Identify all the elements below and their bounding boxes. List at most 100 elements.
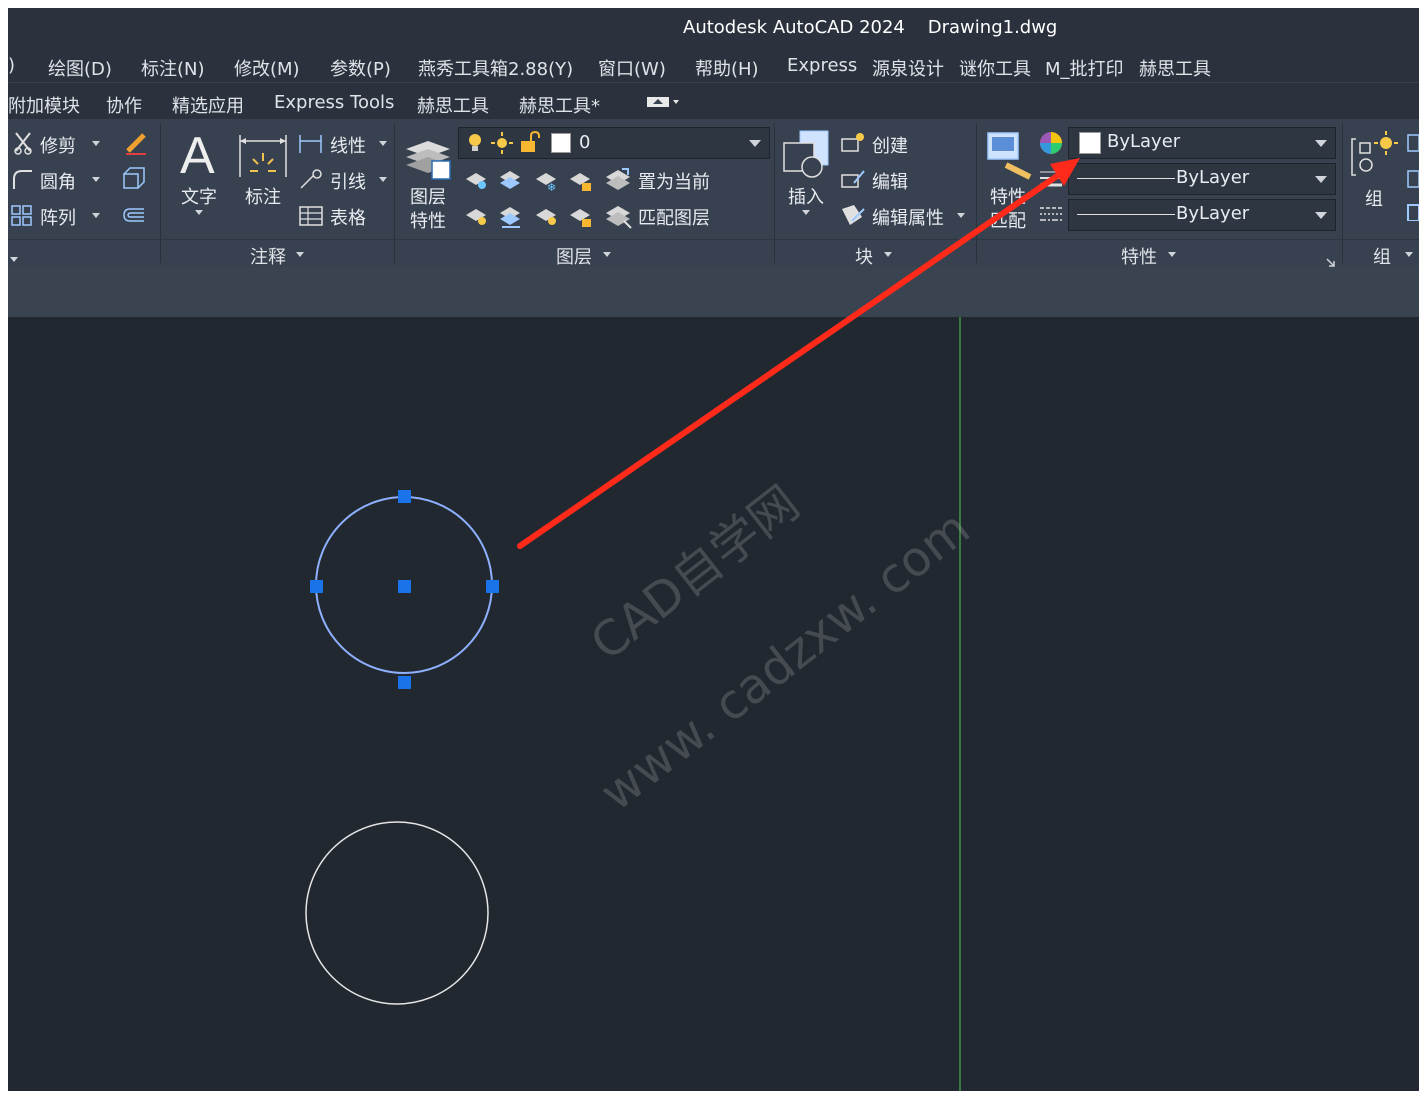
grip-bottom [398, 676, 411, 689]
layer-freeze-icon[interactable]: ❄ [534, 167, 560, 197]
edit-block-button[interactable]: 编辑 [872, 168, 908, 194]
menu-draw[interactable]: 绘图(D) [48, 55, 112, 81]
svg-text:❄: ❄ [547, 181, 556, 193]
edit-attribute-dropdown-icon[interactable] [957, 213, 965, 218]
lineweight-dropdown[interactable]: ByLayer [1068, 163, 1336, 195]
menu-mini-tools[interactable]: 谜你工具 [959, 55, 1031, 81]
layer-thaw-icon[interactable] [534, 203, 560, 233]
color-dropdown[interactable]: ByLayer [1068, 127, 1336, 159]
tab-express-tools[interactable]: Express Tools [274, 92, 394, 113]
linear-dim-icon [298, 132, 324, 160]
ribbon: 修剪 圆角 阵列 A 文字 标注 线性 引线 表格 图层 特性 0 ❄ 置为当前… [8, 119, 1419, 269]
edit-block-icon [840, 167, 866, 195]
block-panel-expand-icon[interactable] [884, 252, 892, 257]
trim-button[interactable]: 修剪 [40, 132, 76, 158]
layer-unlock-icon[interactable] [568, 203, 594, 233]
menu-modify[interactable]: 修改(M) [234, 55, 300, 81]
text-button[interactable]: 文字 [181, 183, 217, 209]
tab-hesi-tools-2[interactable]: 赫思工具* [519, 92, 600, 118]
group-icon [1350, 129, 1400, 185]
trim-dropdown-icon[interactable] [92, 141, 100, 146]
group-button[interactable]: 组 [1365, 185, 1383, 211]
menu-parametric[interactable]: 参数(P) [330, 55, 391, 81]
menu-help[interactable]: 帮助(H) [695, 55, 759, 81]
fillet-dropdown-icon[interactable] [92, 177, 100, 182]
annotation-panel-expand-icon[interactable] [296, 252, 304, 257]
layer-properties-label-2[interactable]: 特性 [410, 207, 446, 233]
offset-icon[interactable] [120, 201, 148, 233]
layers-panel-expand-icon[interactable] [603, 252, 611, 257]
group-panel-expand-icon[interactable] [1405, 252, 1413, 257]
title-bar: Autodesk AutoCAD 2024 Drawing1.dwg [8, 8, 1419, 48]
linetype-dropdown-arrow-icon [1315, 212, 1327, 219]
tab-featured-apps[interactable]: 精选应用 [172, 92, 244, 118]
linear-dropdown-icon[interactable] [379, 141, 387, 146]
menu-window[interactable]: 窗口(W) [598, 55, 666, 81]
layer-lock-icon[interactable] [568, 167, 594, 197]
erase-icon[interactable] [122, 129, 150, 161]
layer-dropdown[interactable]: 0 [458, 127, 770, 159]
leader-dropdown-icon[interactable] [379, 177, 387, 182]
grip-center [398, 580, 411, 593]
fillet-icon [10, 167, 34, 195]
set-current-button[interactable]: 置为当前 [638, 168, 710, 194]
color-wheel-icon[interactable] [1038, 130, 1064, 160]
properties-panel-title[interactable]: 特性 [1121, 243, 1157, 269]
array-icon [10, 203, 34, 231]
menu-yanxiu[interactable]: 燕秀工具箱2.88(Y) [418, 55, 573, 81]
svg-text:A: A [180, 129, 215, 179]
lineweight-icon[interactable] [1038, 168, 1064, 194]
tab-collaborate[interactable]: 协作 [106, 92, 142, 118]
color-value: ByLayer [1107, 131, 1181, 152]
dimension-button[interactable]: 标注 [245, 183, 281, 209]
annotation-panel-title[interactable]: 注释 [250, 243, 286, 269]
linetype-dropdown[interactable]: ByLayer [1068, 199, 1336, 231]
properties-panel-expand-icon[interactable] [1168, 252, 1176, 257]
linetype-icon[interactable] [1038, 204, 1064, 230]
layer-dropdown-arrow-icon [749, 140, 761, 147]
match-properties-label-2[interactable]: 匹配 [990, 207, 1026, 233]
text-dropdown-icon[interactable] [195, 210, 203, 215]
lightbulb-icon [465, 132, 485, 158]
menu-item-partial[interactable]: ) [8, 55, 15, 76]
layers-panel-title[interactable]: 图层 [556, 243, 592, 269]
array-button[interactable]: 阵列 [40, 204, 76, 230]
layer-properties-label-1[interactable]: 图层 [410, 183, 446, 209]
layer-off-icon[interactable] [464, 167, 490, 197]
file-tabs-strip [8, 267, 1419, 317]
explode-3d-icon[interactable] [120, 165, 148, 197]
set-current-icon [604, 165, 632, 197]
ungroup-icon[interactable] [1406, 131, 1419, 225]
tab-hesi-tools[interactable]: 赫思工具 [417, 92, 489, 118]
group-panel-title[interactable]: 组 [1373, 243, 1391, 269]
menu-express[interactable]: Express [787, 55, 857, 76]
block-panel-title[interactable]: 块 [855, 243, 873, 269]
layer-on-icon[interactable] [464, 203, 490, 233]
tab-addins[interactable]: 附加模块 [8, 92, 80, 118]
leader-button[interactable]: 引线 [330, 168, 366, 194]
lineweight-value: ByLayer [1176, 167, 1250, 188]
insert-dropdown-icon[interactable] [802, 210, 810, 215]
panel-labels-row [8, 239, 1419, 266]
layer-isolate-icon[interactable] [498, 167, 524, 197]
fillet-button[interactable]: 圆角 [40, 168, 76, 194]
insert-button[interactable]: 插入 [788, 183, 824, 209]
create-block-button[interactable]: 创建 [872, 132, 908, 158]
text-icon: A [178, 127, 222, 185]
leader-icon [298, 168, 324, 196]
match-properties-label-1[interactable]: 特性 [990, 183, 1026, 209]
layer-unisolate-icon[interactable] [498, 203, 524, 233]
color-swatch [1079, 132, 1101, 154]
linear-button[interactable]: 线性 [330, 132, 366, 158]
table-button[interactable]: 表格 [330, 204, 366, 230]
match-layer-icon [604, 201, 632, 233]
array-dropdown-icon[interactable] [92, 213, 100, 218]
ribbon-minimize-icon[interactable] [646, 94, 680, 108]
menu-dimension[interactable]: 标注(N) [141, 55, 205, 81]
menu-yuanquan[interactable]: 源泉设计 [872, 55, 944, 81]
lineweight-dropdown-arrow-icon [1315, 176, 1327, 183]
match-layer-button[interactable]: 匹配图层 [638, 204, 710, 230]
edit-attribute-button[interactable]: 编辑属性 [872, 204, 944, 230]
menu-batch-print[interactable]: M_批打印 [1045, 55, 1124, 81]
menu-hesi[interactable]: 赫思工具 [1139, 55, 1211, 81]
